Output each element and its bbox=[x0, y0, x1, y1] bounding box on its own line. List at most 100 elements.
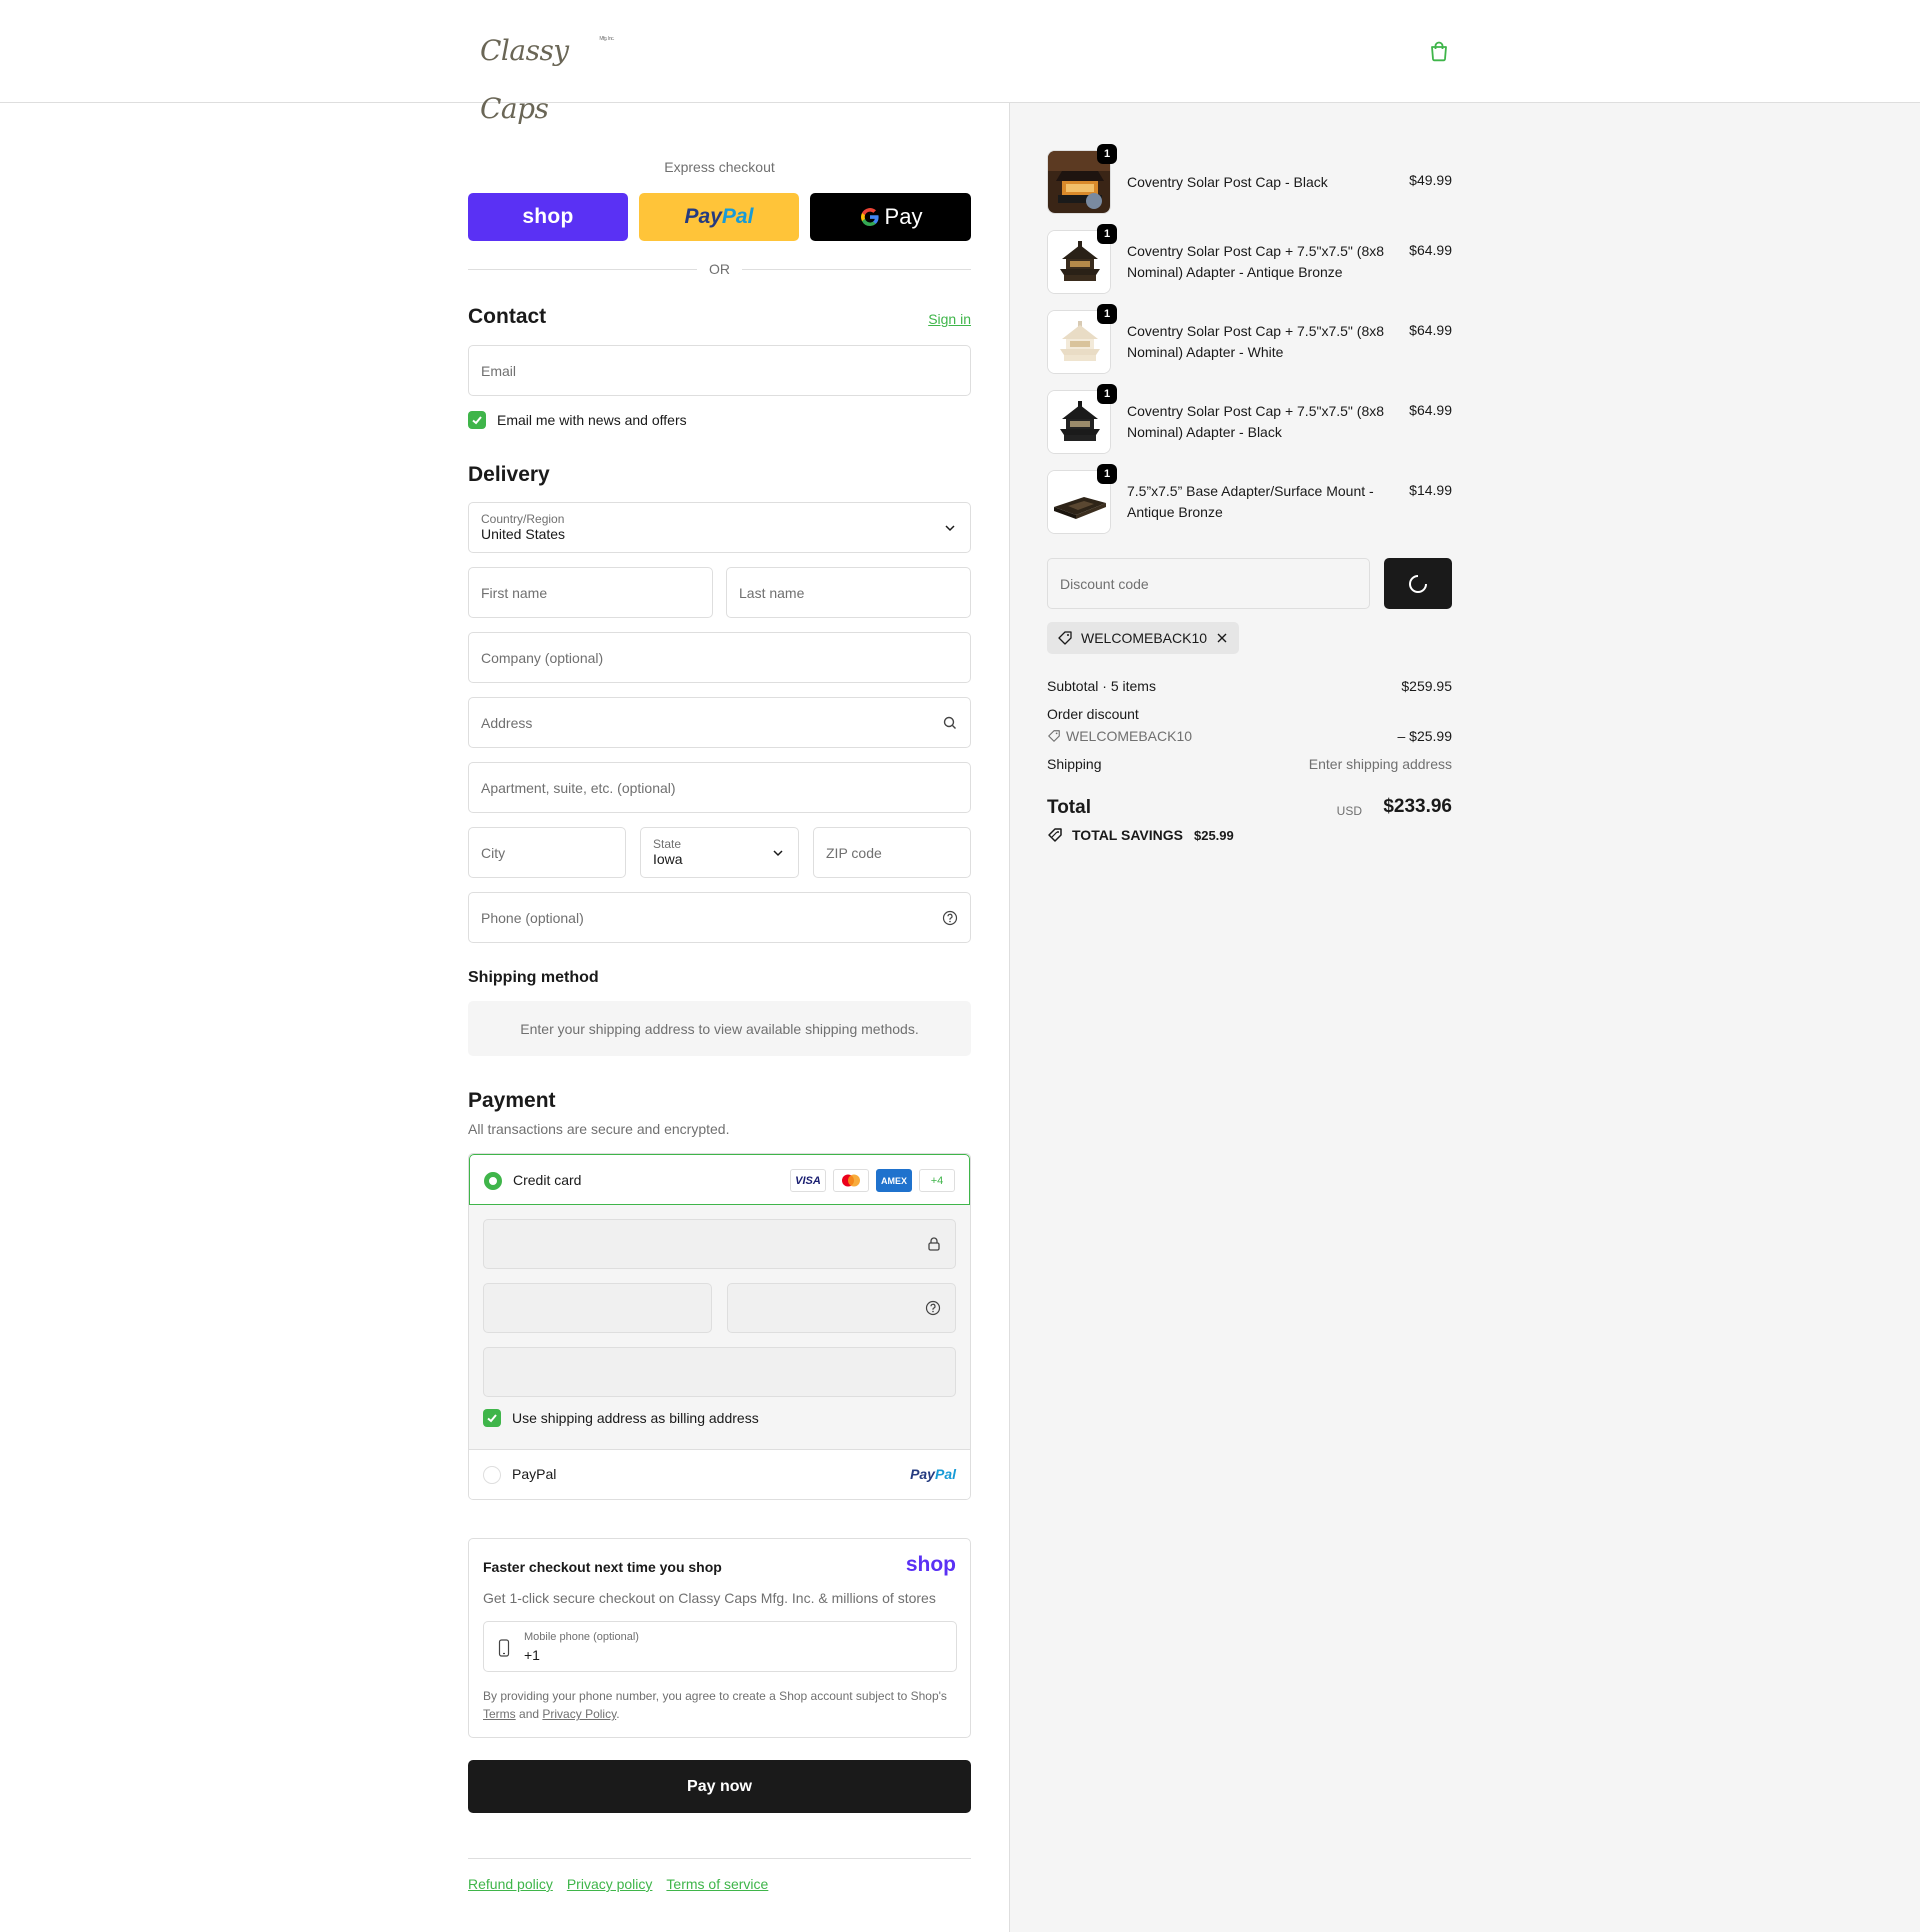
or-divider: OR bbox=[468, 259, 971, 279]
footer-links: Refund policy Privacy policy Terms of se… bbox=[468, 1876, 768, 1892]
state-label: State bbox=[653, 837, 682, 851]
line-item: 1 Coventry Solar Post Cap + 7.5"x7.5" (8… bbox=[1047, 224, 1452, 294]
express-checkout-label: Express checkout bbox=[664, 159, 775, 175]
shop-privacy-link[interactable]: Privacy Policy bbox=[542, 1707, 616, 1721]
billing-checkbox-label: Use shipping address as billing address bbox=[512, 1410, 759, 1426]
news-checkbox[interactable] bbox=[468, 411, 486, 429]
more-cards-label: +4 bbox=[930, 1174, 944, 1187]
shipping-label: Shipping bbox=[1047, 756, 1102, 772]
amex-icon: AMEX bbox=[876, 1169, 912, 1192]
apply-discount-button[interactable] bbox=[1384, 558, 1452, 609]
credit-card-form: Use shipping address as billing address bbox=[469, 1205, 970, 1450]
refund-policy-link[interactable]: Refund policy bbox=[468, 1876, 553, 1892]
close-icon[interactable] bbox=[1215, 631, 1229, 645]
city-placeholder: City bbox=[481, 844, 506, 861]
phone-field[interactable]: Phone (optional) bbox=[468, 892, 971, 943]
email-placeholder: Email bbox=[481, 362, 517, 379]
company-placeholder: Company (optional) bbox=[481, 649, 604, 666]
credit-card-radio[interactable] bbox=[484, 1172, 502, 1190]
item-price: $64.99 bbox=[1409, 242, 1452, 258]
billing-checkbox[interactable] bbox=[483, 1409, 501, 1427]
apartment-field[interactable]: Apartment, suite, etc. (optional) bbox=[468, 762, 971, 813]
help-circle-icon[interactable] bbox=[925, 1300, 941, 1316]
sign-in-link[interactable]: Sign in bbox=[928, 311, 971, 327]
phone-placeholder: Phone (optional) bbox=[481, 909, 584, 926]
loading-spinner-icon bbox=[1409, 574, 1427, 593]
paypal-express-button[interactable]: PayPal bbox=[639, 193, 799, 241]
last-name-placeholder: Last name bbox=[739, 584, 805, 601]
logo-text: Classy Caps bbox=[480, 34, 569, 125]
logo-subtext: Mfg. Inc. bbox=[599, 36, 614, 42]
mobile-phone-field[interactable]: Mobile phone (optional) +1 bbox=[483, 1621, 957, 1672]
paypal-logo-part2: Pal bbox=[721, 205, 754, 228]
paypal-option[interactable]: PayPal PayPal bbox=[469, 1450, 970, 1499]
paypal-label: PayPal bbox=[512, 1466, 557, 1482]
pay-now-button[interactable]: Pay now bbox=[468, 1760, 971, 1813]
state-select[interactable]: State Iowa bbox=[640, 827, 799, 878]
first-name-field[interactable]: First name bbox=[468, 567, 713, 618]
line-item: 1 Coventry Solar Post Cap + 7.5"x7.5" (8… bbox=[1047, 304, 1452, 374]
terms-of-service-link[interactable]: Terms of service bbox=[666, 1876, 768, 1892]
subtotal-label: Subtotal · 5 items bbox=[1047, 678, 1156, 694]
card-expiry-field[interactable] bbox=[483, 1283, 712, 1333]
checkmark-icon bbox=[472, 416, 482, 425]
zip-placeholder: ZIP code bbox=[826, 844, 882, 861]
country-value: United States bbox=[481, 526, 566, 542]
shipping-value: Enter shipping address bbox=[1308, 756, 1452, 772]
line-item: 1 7.5”x7.5” Base Adapter/Surface Mount -… bbox=[1047, 464, 1452, 534]
item-name: Coventry Solar Post Cap + 7.5"x7.5" (8x8… bbox=[1127, 243, 1385, 280]
discount-code-label: WELCOMEBACK10 bbox=[1066, 728, 1193, 744]
item-name: Coventry Solar Post Cap - Black bbox=[1127, 174, 1328, 190]
mobile-phone-icon bbox=[498, 1639, 510, 1657]
chevron-down-icon bbox=[945, 524, 955, 531]
shop-legal-period: . bbox=[616, 1707, 620, 1721]
payment-methods: Credit card VISA AMEX +4 Use shipping ad… bbox=[468, 1153, 971, 1500]
quantity-badge: 1 bbox=[1097, 464, 1117, 484]
or-label: OR bbox=[709, 261, 730, 277]
last-name-field[interactable]: Last name bbox=[726, 567, 971, 618]
order-summary-panel bbox=[1009, 103, 1920, 1932]
subtotal-row: Subtotal · 5 items $259.95 bbox=[1047, 678, 1452, 694]
google-pay-label: Pay bbox=[884, 204, 923, 229]
shipping-method-message: Enter your shipping address to view avai… bbox=[520, 1020, 919, 1037]
store-logo[interactable]: Classy Caps Mfg. Inc. bbox=[470, 22, 620, 125]
card-number-field[interactable] bbox=[483, 1219, 956, 1269]
shopping-bag-icon[interactable] bbox=[1428, 40, 1450, 62]
visa-icon: VISA bbox=[790, 1169, 826, 1192]
email-field[interactable]: Email bbox=[468, 345, 971, 396]
google-pay-button[interactable]: Pay bbox=[810, 193, 971, 241]
shop-terms-link[interactable]: Terms bbox=[483, 1707, 516, 1721]
quantity-badge: 1 bbox=[1097, 224, 1117, 244]
privacy-policy-link[interactable]: Privacy policy bbox=[567, 1876, 653, 1892]
shop-signup-box: Faster checkout next time you shop shop … bbox=[468, 1538, 971, 1738]
shop-signup-description: Get 1-click secure checkout on Classy Ca… bbox=[483, 1590, 936, 1606]
paypal-logo-part1: Pay bbox=[910, 1466, 935, 1482]
item-name: Coventry Solar Post Cap + 7.5"x7.5" (8x8… bbox=[1127, 403, 1385, 440]
payment-subtitle: All transactions are secure and encrypte… bbox=[468, 1121, 730, 1137]
discount-value: – $25.99 bbox=[1397, 728, 1453, 744]
credit-card-option[interactable]: Credit card VISA AMEX +4 bbox=[469, 1154, 970, 1205]
header: Classy Caps Mfg. Inc. bbox=[0, 0, 1920, 125]
savings-tag-icon bbox=[1048, 828, 1062, 842]
country-select[interactable]: Country/Region United States bbox=[468, 502, 971, 553]
first-name-placeholder: First name bbox=[481, 584, 548, 601]
shop-pay-button[interactable]: shop bbox=[468, 193, 628, 241]
more-cards-badge: +4 bbox=[919, 1169, 955, 1192]
help-circle-icon[interactable] bbox=[942, 910, 958, 926]
subtotal-value: $259.95 bbox=[1401, 678, 1452, 694]
google-g-icon bbox=[860, 208, 879, 226]
card-cvv-field[interactable] bbox=[727, 1283, 956, 1333]
paypal-radio[interactable] bbox=[483, 1466, 501, 1484]
company-field[interactable]: Company (optional) bbox=[468, 632, 971, 683]
news-checkbox-label: Email me with news and offers bbox=[497, 412, 687, 428]
total-savings: TOTAL SAVINGS $25.99 bbox=[1047, 827, 1234, 843]
zip-field[interactable]: ZIP code bbox=[813, 827, 971, 878]
address-field[interactable]: Address bbox=[468, 697, 971, 748]
card-name-field[interactable] bbox=[483, 1347, 956, 1397]
discount-code-field[interactable]: Discount code bbox=[1047, 558, 1370, 609]
tag-icon bbox=[1048, 730, 1060, 742]
city-field[interactable]: City bbox=[468, 827, 626, 878]
currency-label: USD bbox=[1336, 804, 1362, 818]
order-discount-row: Order discount bbox=[1047, 706, 1452, 722]
shop-signup-title: Faster checkout next time you shop bbox=[483, 1559, 722, 1575]
